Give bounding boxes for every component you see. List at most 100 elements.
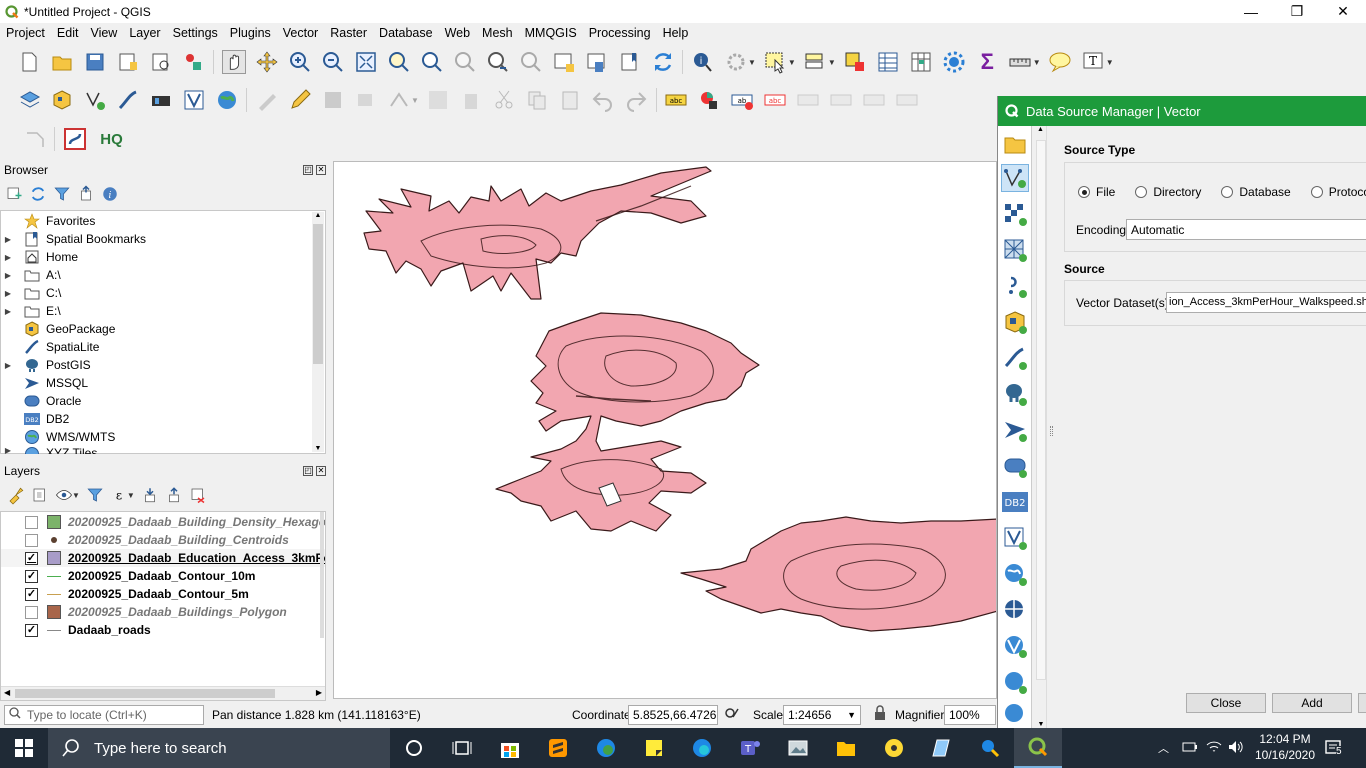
- virtual-layer-source-icon[interactable]: [1001, 524, 1029, 552]
- copy-features-icon[interactable]: [525, 88, 549, 112]
- dataset-path-field[interactable]: ion_Access_3kmPerHour_Walkspeed.shp: [1166, 292, 1366, 313]
- cut-features-icon[interactable]: [492, 88, 516, 112]
- filter-browser-icon[interactable]: [53, 182, 71, 206]
- new-spatialite-layer-icon[interactable]: [116, 88, 140, 112]
- diagram-icon[interactable]: [697, 88, 721, 112]
- digitize-tool-icon[interactable]: [23, 127, 47, 151]
- zoom-native-icon[interactable]: [453, 50, 477, 74]
- properties-info-icon[interactable]: i: [101, 182, 119, 206]
- browser-item-home[interactable]: ▶ Home: [1, 248, 78, 266]
- close-window-button[interactable]: ✕: [1320, 0, 1366, 23]
- delete-selected-icon[interactable]: [459, 88, 483, 112]
- dialog-list-scrollbar[interactable]: ▲ ▼: [1035, 126, 1047, 728]
- new-shapefile-layer-icon[interactable]: [83, 88, 107, 112]
- processing-toolbox-icon[interactable]: [942, 50, 966, 74]
- browser-scrollbar[interactable]: ▲ ▼: [312, 212, 324, 452]
- map-tips-icon[interactable]: [1048, 50, 1072, 74]
- open-project-icon[interactable]: [50, 50, 74, 74]
- layers-hscroll[interactable]: ◀ ▶: [1, 686, 325, 700]
- layers-vscroll[interactable]: [320, 512, 324, 638]
- zoom-to-selection-icon[interactable]: [387, 50, 411, 74]
- zoom-full-icon[interactable]: [354, 50, 378, 74]
- add-feature-icon[interactable]: [354, 88, 378, 112]
- browser-item-spatial-bookmarks[interactable]: ▶ Spatial Bookmarks: [1, 230, 146, 248]
- search-app-icon[interactable]: [966, 728, 1014, 768]
- new-print-layout-icon[interactable]: [116, 50, 140, 74]
- layer-row-buildings-polygon[interactable]: 20200925_Dadaab_Buildings_Polygon: [1, 603, 287, 621]
- collapse-all-icon[interactable]: [77, 182, 95, 206]
- locator-search-box[interactable]: Type to locate (Ctrl+K): [4, 704, 204, 725]
- browser-item-drive-a[interactable]: ▶ A:\: [1, 266, 61, 284]
- help-button[interactable]: [1358, 693, 1366, 713]
- statistical-summary-icon[interactable]: Σ: [975, 49, 999, 74]
- radio-database[interactable]: [1221, 186, 1234, 198]
- layer-row-education-access[interactable]: ✓ 20200925_Dadaab_Education_Access_3kmPe…: [1, 549, 325, 567]
- expand-arrow-icon[interactable]: ▶: [1, 271, 15, 280]
- geopackage-source-icon[interactable]: [1001, 308, 1029, 336]
- volume-icon[interactable]: [1228, 740, 1244, 757]
- new-bookmark-icon[interactable]: [618, 50, 642, 74]
- expand-all-icon[interactable]: [141, 483, 159, 507]
- zoom-to-layer-icon[interactable]: [420, 50, 444, 74]
- zoom-last-icon[interactable]: [486, 50, 510, 74]
- notification-center-icon[interactable]: 5: [1324, 738, 1344, 761]
- pan-map-icon[interactable]: [221, 50, 246, 74]
- teams-icon[interactable]: T: [726, 728, 774, 768]
- browser-item-postgis[interactable]: ▶ PostGIS: [1, 356, 91, 374]
- taskbar-search-box[interactable]: Type here to search: [48, 728, 390, 768]
- refresh-icon[interactable]: [651, 50, 675, 74]
- layer-row-building-centroids[interactable]: 20200925_Dadaab_Building_Centroids: [1, 531, 289, 549]
- remove-layer-icon[interactable]: [189, 483, 207, 507]
- start-button[interactable]: [0, 728, 48, 768]
- collapse-all-layers-icon[interactable]: [165, 483, 183, 507]
- menu-processing[interactable]: Processing: [583, 26, 657, 40]
- menu-edit[interactable]: Edit: [51, 26, 85, 40]
- browser-item-oracle[interactable]: Oracle: [1, 392, 81, 410]
- encoding-combobox[interactable]: Automatic: [1126, 219, 1366, 240]
- float-panel-button[interactable]: ◰: [303, 466, 313, 476]
- undo-icon[interactable]: [591, 88, 615, 112]
- edge-icon[interactable]: [582, 728, 630, 768]
- pan-to-selection-icon[interactable]: [255, 50, 279, 74]
- delimited-text-source-icon[interactable]: [1001, 272, 1029, 300]
- browser-item-favorites[interactable]: Favorites: [1, 212, 95, 230]
- show-labels-icon[interactable]: [829, 88, 853, 112]
- splitter-handle[interactable]: [1050, 426, 1053, 436]
- pin-labels-icon[interactable]: [796, 88, 820, 112]
- vertex-tool-icon[interactable]: [387, 88, 411, 112]
- close-button[interactable]: Close: [1186, 693, 1266, 713]
- redo-icon[interactable]: [624, 88, 648, 112]
- current-edits-icon[interactable]: [255, 88, 279, 112]
- save-project-icon[interactable]: [83, 50, 107, 74]
- layer-checkbox[interactable]: ✓: [25, 587, 38, 601]
- lock-scale-icon[interactable]: [873, 705, 887, 724]
- chevron-down-icon[interactable]: ▼: [847, 710, 856, 720]
- new-map-view-icon[interactable]: [552, 50, 576, 74]
- toggle-extents-icon[interactable]: [724, 705, 740, 724]
- system-clock[interactable]: 12:04 PM 10/16/2020: [1252, 731, 1318, 763]
- menu-help[interactable]: Help: [657, 26, 695, 40]
- data-source-manager-icon[interactable]: [17, 88, 41, 112]
- browser-item-geopackage[interactable]: GeoPackage: [1, 320, 115, 338]
- add-group-icon[interactable]: [31, 483, 49, 507]
- magnifier-field[interactable]: 100%: [944, 704, 996, 725]
- menu-layer[interactable]: Layer: [123, 26, 166, 40]
- edge-beta-icon[interactable]: [678, 728, 726, 768]
- menu-settings[interactable]: Settings: [167, 26, 224, 40]
- layer-checkbox[interactable]: ✓: [25, 623, 38, 637]
- menu-mesh[interactable]: Mesh: [476, 26, 519, 40]
- move-label-icon[interactable]: [862, 88, 886, 112]
- menu-vector[interactable]: Vector: [277, 26, 324, 40]
- expand-arrow-icon[interactable]: ▶: [1, 361, 15, 370]
- minimize-button[interactable]: —: [1228, 0, 1274, 23]
- rotate-label-icon[interactable]: [895, 88, 919, 112]
- measure-line-icon[interactable]: [1008, 50, 1032, 74]
- expand-arrow-icon[interactable]: ▶: [1, 307, 15, 316]
- refresh-browser-icon[interactable]: [29, 182, 47, 206]
- mssql-source-icon[interactable]: [1001, 416, 1029, 444]
- new-virtual-layer-icon[interactable]: [182, 88, 206, 112]
- menu-plugins[interactable]: Plugins: [224, 26, 277, 40]
- menu-mmqgis[interactable]: MMQGIS: [519, 26, 583, 40]
- add-button[interactable]: Add: [1272, 693, 1352, 713]
- wfs-source-icon[interactable]: [1001, 596, 1029, 624]
